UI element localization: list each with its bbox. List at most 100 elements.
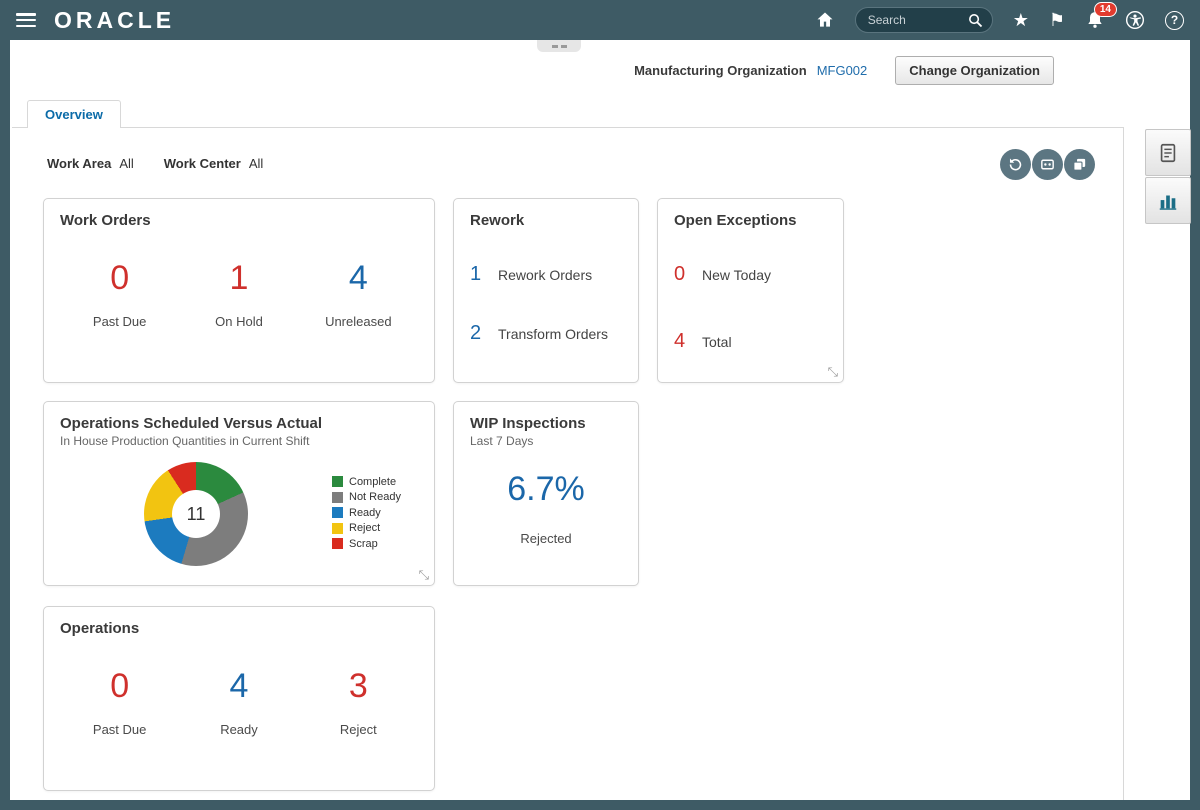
- oracle-logo: ORACLE: [54, 7, 175, 34]
- side-panel-strip: [1134, 128, 1190, 225]
- stat-value[interactable]: 0: [80, 667, 160, 706]
- legend-label: Complete: [349, 476, 396, 488]
- manage-cards-button[interactable]: [1064, 149, 1095, 180]
- organization-context-bar: Manufacturing Organization MFG002 Change…: [634, 56, 1054, 85]
- stat-value[interactable]: 0: [80, 259, 160, 298]
- refresh-button[interactable]: [1000, 149, 1031, 180]
- home-icon: [815, 10, 835, 30]
- card-subtitle: Last 7 Days: [470, 434, 622, 448]
- home-button[interactable]: [815, 10, 835, 30]
- flag-icon: ⚑: [1049, 11, 1065, 29]
- card-title: Operations: [60, 620, 418, 637]
- watchlist-button[interactable]: ⚑: [1049, 11, 1065, 29]
- global-header: ORACLE ★ ⚑ 14: [0, 0, 1200, 40]
- work-orders-stats: 0 Past Due 1 On Hold 4 Unreleased: [60, 259, 418, 329]
- total-row[interactable]: 4 Total: [674, 330, 827, 353]
- star-icon: ★: [1013, 11, 1029, 29]
- search-input[interactable]: [868, 13, 967, 27]
- legend-swatch-ready: [332, 507, 343, 518]
- resize-handle-icon[interactable]: ⤡: [419, 567, 429, 583]
- legend-item: Scrap: [332, 536, 401, 552]
- document-icon: [1157, 142, 1179, 164]
- row-label: Rework Orders: [498, 267, 592, 283]
- row-value[interactable]: 4: [674, 330, 694, 353]
- transform-orders-row[interactable]: 2 Transform Orders: [470, 322, 622, 345]
- legend-swatch-not-ready: [332, 492, 343, 503]
- notifications-button[interactable]: 14: [1085, 10, 1105, 30]
- pages-panel-button[interactable]: [1145, 129, 1191, 176]
- wip-rejected-label: Rejected: [470, 531, 622, 546]
- stat-value[interactable]: 4: [318, 259, 398, 298]
- card-subtitle: In House Production Quantities in Curren…: [60, 434, 418, 448]
- work-center-value[interactable]: All: [249, 156, 263, 171]
- legend-swatch-scrap: [332, 538, 343, 549]
- accessibility-icon: [1125, 10, 1145, 30]
- legend-item: Ready: [332, 505, 401, 521]
- organization-value-link[interactable]: MFG002: [817, 63, 868, 78]
- global-header-actions: ★ ⚑ 14 ?: [815, 7, 1184, 33]
- dispatch-list-button[interactable]: [1032, 149, 1063, 180]
- header-collapse-handle[interactable]: [537, 40, 581, 52]
- card-title: Rework: [470, 212, 622, 229]
- stat-value[interactable]: 1: [199, 259, 279, 298]
- organization-label: Manufacturing Organization: [634, 63, 807, 78]
- resize-handle-icon[interactable]: ⤡: [828, 364, 838, 380]
- work-area-value[interactable]: All: [119, 156, 133, 171]
- stat-label: Past Due: [80, 314, 160, 329]
- row-value[interactable]: 1: [470, 263, 490, 286]
- stat-on-hold[interactable]: 1 On Hold: [199, 259, 279, 329]
- operations-scheduled-card: Operations Scheduled Versus Actual In Ho…: [43, 401, 435, 586]
- stat-label: Ready: [199, 722, 279, 737]
- page-content: Manufacturing Organization MFG002 Change…: [10, 40, 1190, 800]
- wip-rejected-percent[interactable]: 6.7%: [470, 470, 622, 509]
- card-title: Operations Scheduled Versus Actual: [60, 415, 418, 432]
- favorites-button[interactable]: ★: [1013, 11, 1029, 29]
- stat-unreleased[interactable]: 4 Unreleased: [318, 259, 398, 329]
- help-button[interactable]: ?: [1165, 11, 1184, 30]
- search-icon[interactable]: [967, 12, 984, 29]
- tab-overview[interactable]: Overview: [27, 100, 121, 128]
- overview-panel: Work Area All Work Center All: [12, 127, 1124, 800]
- refresh-icon: [1007, 156, 1024, 173]
- operations-stats: 0 Past Due 4 Ready 3 Reject: [60, 667, 418, 737]
- stat-ready[interactable]: 4 Ready: [199, 667, 279, 737]
- navigator-menu-icon[interactable]: [16, 13, 36, 27]
- open-exceptions-card: Open Exceptions 0 New Today 4 Total ⤡: [657, 198, 844, 383]
- global-search-box[interactable]: [855, 7, 993, 33]
- row-label: New Today: [702, 267, 771, 283]
- wip-inspections-card: WIP Inspections Last 7 Days 6.7% Rejecte…: [453, 401, 639, 586]
- stat-past-due[interactable]: 0 Past Due: [80, 259, 160, 329]
- operations-card: Operations 0 Past Due 4 Ready 3 Reject: [43, 606, 435, 791]
- card-title: Work Orders: [60, 212, 418, 229]
- legend-item: Not Ready: [332, 490, 401, 506]
- stat-value[interactable]: 4: [199, 667, 279, 706]
- row-label: Total: [702, 334, 732, 350]
- stat-past-due[interactable]: 0 Past Due: [80, 667, 160, 737]
- legend-label: Reject: [349, 522, 380, 534]
- card-title: Open Exceptions: [674, 212, 827, 229]
- rework-orders-row[interactable]: 1 Rework Orders: [470, 263, 622, 286]
- change-organization-button[interactable]: Change Organization: [895, 56, 1054, 85]
- card-title: WIP Inspections: [470, 415, 622, 432]
- legend-label: Ready: [349, 507, 381, 519]
- donut-legend: Complete Not Ready Ready Reject Scrap: [332, 474, 401, 552]
- stat-reject[interactable]: 3 Reject: [318, 667, 398, 737]
- donut-center-total: 11: [172, 490, 220, 538]
- filter-bar: Work Area All Work Center All: [47, 156, 263, 171]
- charts-panel-button[interactable]: [1145, 177, 1191, 224]
- layers-icon: [1071, 156, 1088, 173]
- donut-ring[interactable]: 11: [144, 462, 248, 566]
- row-value[interactable]: 0: [674, 263, 694, 286]
- row-value[interactable]: 2: [470, 322, 490, 345]
- toolbar-buttons: [1000, 149, 1095, 180]
- legend-item: Complete: [332, 474, 401, 490]
- stat-label: On Hold: [199, 314, 279, 329]
- help-icon: ?: [1165, 11, 1184, 30]
- legend-label: Not Ready: [349, 491, 401, 503]
- legend-item: Reject: [332, 521, 401, 537]
- accessibility-button[interactable]: [1125, 10, 1145, 30]
- stat-value[interactable]: 3: [318, 667, 398, 706]
- new-today-row[interactable]: 0 New Today: [674, 263, 827, 286]
- stat-label: Reject: [318, 722, 398, 737]
- machine-icon: [1039, 156, 1056, 173]
